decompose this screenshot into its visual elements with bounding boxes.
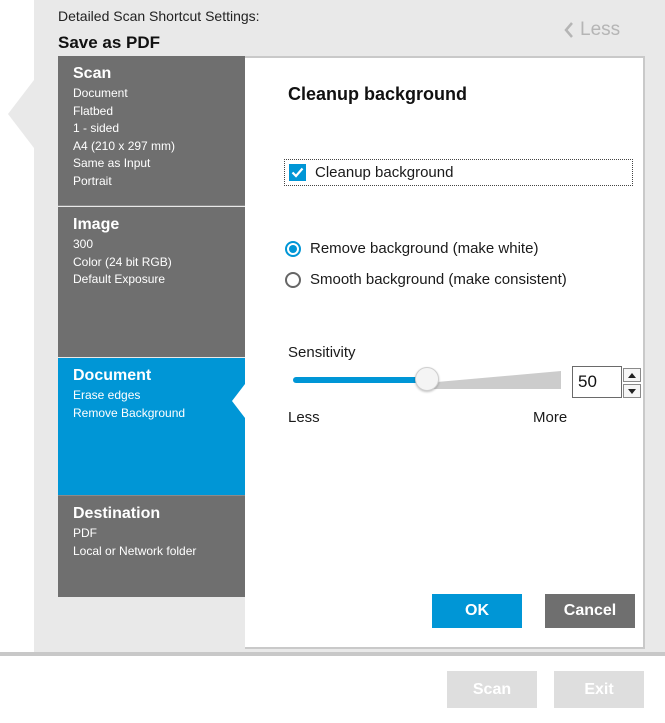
- less-button[interactable]: Less: [564, 19, 620, 41]
- radio-unselected-icon: [285, 271, 301, 288]
- sidebar-item-image[interactable]: Image 300 Color (24 bit RGB) Default Exp…: [58, 207, 245, 357]
- sidebar-item-detail: Erase edges: [73, 388, 141, 402]
- triangle-up-icon: [628, 372, 636, 378]
- spin-up-button[interactable]: [623, 368, 641, 382]
- sensitivity-slider[interactable]: [293, 367, 561, 391]
- sidebar-item-detail: A4 (210 x 297 mm): [73, 138, 176, 153]
- header-subtitle: Detailed Scan Shortcut Settings:: [58, 8, 260, 24]
- sidebar-item-document[interactable]: Document Erase edges Remove Background: [58, 358, 245, 495]
- sidebar-item-detail: 1 - sided: [73, 121, 120, 135]
- sidebar-item-detail: Document: [73, 86, 128, 100]
- radio-label: Smooth background (make consistent): [310, 271, 567, 288]
- sidebar-item-detail: Same as Input: [73, 156, 151, 170]
- shortcut-title: Save as PDF: [58, 33, 161, 52]
- sidebar-item-detail: Color (24 bit RGB): [73, 254, 172, 269]
- sidebar-item-detail: Flatbed: [73, 103, 114, 118]
- less-label: Less: [580, 19, 621, 40]
- sidebar-item-destination[interactable]: Destination PDF Local or Network folder: [58, 495, 245, 597]
- sidebar-item-scan[interactable]: Scan Document Flatbed 1 - sided A4 (210 …: [58, 56, 245, 206]
- settings-sidebar: Scan Document Flatbed 1 - sided A4 (210 …: [58, 56, 245, 597]
- sensitivity-value-input[interactable]: 50: [572, 366, 622, 398]
- sidebar-item-title: Scan: [73, 65, 112, 82]
- sensitivity-label: Sensitivity: [288, 344, 356, 361]
- slider-thumb[interactable]: [415, 367, 439, 391]
- checkmark-icon: [289, 164, 306, 181]
- exit-button[interactable]: Exit: [554, 671, 644, 708]
- sidebar-item-title: Image: [73, 216, 120, 233]
- sidebar-item-detail: Default Exposure: [73, 272, 166, 286]
- slider-track-rest: [427, 371, 561, 389]
- checkbox-label: Cleanup background: [315, 164, 454, 181]
- smooth-background-radio[interactable]: Smooth background (make consistent): [285, 271, 567, 288]
- slider-min-label: Less: [288, 409, 320, 426]
- cancel-button[interactable]: Cancel: [545, 594, 635, 628]
- radio-label: Remove background (make white): [310, 240, 539, 257]
- slider-fill: [293, 377, 427, 383]
- cleanup-background-checkbox[interactable]: Cleanup background: [284, 159, 633, 186]
- sidebar-item-detail: Remove Background: [73, 405, 186, 420]
- chevron-left-icon: [564, 21, 574, 39]
- section-title: Cleanup background: [288, 84, 468, 104]
- ok-button[interactable]: OK: [432, 594, 522, 628]
- radio-selected-icon: [285, 240, 301, 257]
- active-item-pointer: [232, 384, 245, 418]
- sidebar-item-detail: 300: [73, 237, 94, 251]
- slider-max-label: More: [533, 409, 568, 426]
- sidebar-item-detail: Portrait: [73, 173, 112, 188]
- sidebar-item-detail: PDF: [73, 526, 97, 540]
- sidebar-item-title: Document: [73, 367, 152, 384]
- triangle-down-icon: [628, 388, 636, 394]
- scan-button[interactable]: Scan: [447, 671, 537, 708]
- spin-down-button[interactable]: [623, 384, 641, 398]
- panel-notch: [8, 80, 34, 148]
- sidebar-item-title: Destination: [73, 505, 161, 522]
- remove-background-radio[interactable]: Remove background (make white): [285, 240, 538, 257]
- sidebar-item-detail: Local or Network folder: [73, 543, 197, 558]
